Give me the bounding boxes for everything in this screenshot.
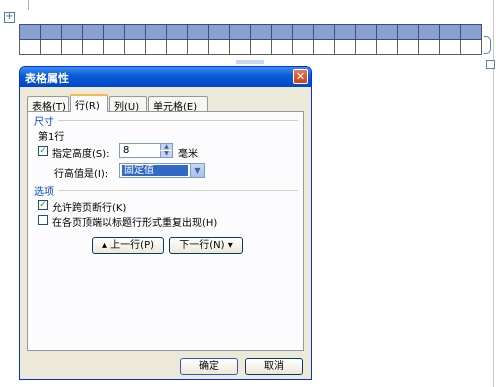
height-value: 8 <box>123 145 130 156</box>
dialog-titlebar[interactable]: 表格属性 ✕ <box>20 67 311 87</box>
row-height-mode-value: 固定值 <box>122 165 188 176</box>
table-cell[interactable] <box>229 24 251 40</box>
cancel-button[interactable]: 取消 <box>245 358 303 375</box>
previous-row-button[interactable]: ▴ 上一行(P) <box>92 237 164 254</box>
height-unit-label: 毫米 <box>178 149 198 160</box>
table-cell[interactable] <box>19 24 41 40</box>
table-cell[interactable] <box>271 39 293 55</box>
chevron-down-icon[interactable]: ▼ <box>190 164 204 177</box>
table-cell[interactable] <box>40 39 62 55</box>
tab-row[interactable]: 行(R) <box>70 94 108 112</box>
allow-break-checkbox[interactable]: ✓ <box>38 200 48 210</box>
table-cell[interactable] <box>271 24 293 40</box>
document-table <box>19 24 482 55</box>
table-move-handle-icon[interactable]: + <box>4 12 15 23</box>
table-cell[interactable] <box>103 24 125 40</box>
table-cell[interactable] <box>40 24 62 40</box>
table-cell[interactable] <box>334 39 356 55</box>
table-cell[interactable] <box>61 24 83 40</box>
table-cell[interactable] <box>313 24 335 40</box>
ruler-mark <box>28 0 29 10</box>
table-cell[interactable] <box>439 39 461 55</box>
table-cell[interactable] <box>439 24 461 40</box>
table-cell[interactable] <box>82 39 104 55</box>
table-cell[interactable] <box>376 24 398 40</box>
table-row-selected[interactable] <box>19 24 482 40</box>
group-divider <box>58 190 298 191</box>
group-divider <box>58 120 298 121</box>
table-cell[interactable] <box>418 39 440 55</box>
table-cell[interactable] <box>124 24 146 40</box>
table-cell[interactable] <box>397 24 419 40</box>
table-cell[interactable] <box>460 24 482 40</box>
ok-button[interactable]: 确定 <box>180 358 238 375</box>
close-icon[interactable]: ✕ <box>293 69 308 84</box>
table-cell[interactable] <box>19 39 41 55</box>
table-cell[interactable] <box>229 39 251 55</box>
table-cell[interactable] <box>208 39 230 55</box>
table-cell[interactable] <box>124 39 146 55</box>
page-edge <box>493 0 494 387</box>
table-cell[interactable] <box>460 39 482 55</box>
table-cell[interactable] <box>292 39 314 55</box>
table-cell[interactable] <box>376 39 398 55</box>
dialog-title: 表格属性 <box>25 72 69 85</box>
row-border-handle[interactable] <box>236 60 264 64</box>
table-cell[interactable] <box>397 39 419 55</box>
table-cell[interactable] <box>61 39 83 55</box>
table-cell[interactable] <box>103 39 125 55</box>
height-spinner[interactable]: 8 ▲ ▼ <box>119 143 173 158</box>
table-cell[interactable] <box>334 24 356 40</box>
repeat-header-label[interactable]: 在各页顶端以标题行形式重复出现(H) <box>52 214 217 229</box>
table-cell[interactable] <box>187 24 209 40</box>
tab-cell[interactable]: 单元格(E) <box>148 96 208 113</box>
row-number-label: 第1行 <box>38 132 65 143</box>
tab-column[interactable]: 列(U) <box>109 96 147 113</box>
table-cell[interactable] <box>250 24 272 40</box>
repeat-header-checkbox[interactable] <box>38 215 48 225</box>
table-properties-dialog: 表格属性 ✕ 表格(T) 行(R) 列(U) 单元格(E) 尺寸 第1行 ✓ 指… <box>19 66 312 380</box>
table-cell[interactable] <box>250 39 272 55</box>
table-cell[interactable] <box>82 24 104 40</box>
table-cell[interactable] <box>313 39 335 55</box>
group-title-size: 尺寸 <box>34 117 54 128</box>
table-cell[interactable] <box>208 24 230 40</box>
table-resize-handle-icon[interactable] <box>486 60 495 69</box>
table-cell[interactable] <box>292 24 314 40</box>
table-cell[interactable] <box>355 39 377 55</box>
group-title-options: 选项 <box>34 187 54 198</box>
table-row[interactable] <box>19 39 482 55</box>
table-cell[interactable] <box>187 39 209 55</box>
specify-height-label[interactable]: 指定高度(S): <box>52 145 110 160</box>
row-end-marker-icon <box>484 36 491 54</box>
allow-break-label[interactable]: 允许跨页断行(K) <box>52 199 126 214</box>
spin-down-icon[interactable]: ▼ <box>160 151 172 157</box>
specify-height-checkbox[interactable]: ✓ <box>38 146 48 156</box>
table-cell[interactable] <box>166 39 188 55</box>
row-height-is-label: 行高值是(I): <box>54 169 109 180</box>
row-height-mode-select[interactable]: 固定值 ▼ <box>119 163 205 178</box>
table-cell[interactable] <box>418 24 440 40</box>
tab-table[interactable]: 表格(T) <box>27 96 69 113</box>
table-cell[interactable] <box>166 24 188 40</box>
table-cell[interactable] <box>145 39 167 55</box>
next-row-button[interactable]: 下一行(N) ▾ <box>169 237 243 254</box>
table-cell[interactable] <box>145 24 167 40</box>
table-cell[interactable] <box>355 24 377 40</box>
